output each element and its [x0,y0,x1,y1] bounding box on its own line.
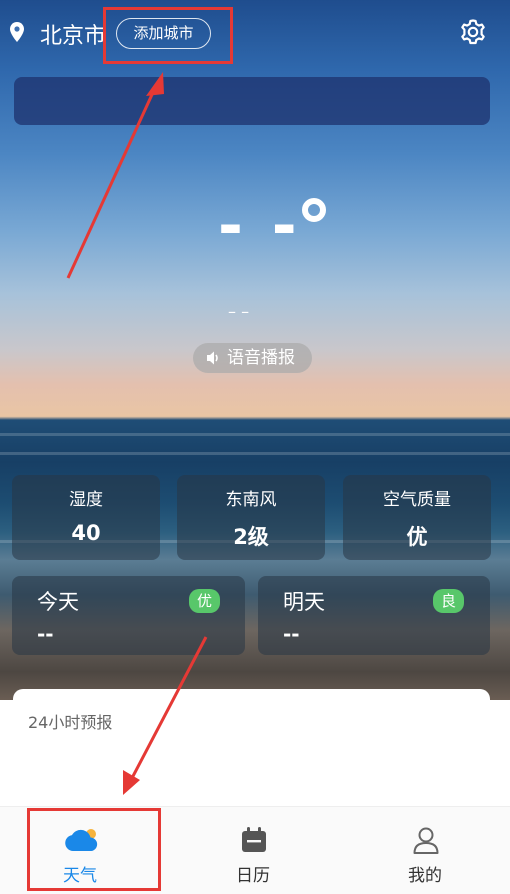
tomorrow-card[interactable]: 明天 -- 良 [258,576,490,655]
voice-broadcast-button[interactable]: 语音播报 [193,343,312,373]
humidity-card[interactable]: 湿度 40 [12,475,160,560]
today-value: -- [37,622,54,646]
air-quality-label: 空气质量 [383,490,451,510]
temperature-value: - - [218,191,301,261]
speaker-icon [205,343,221,383]
wind-value: 2级 [233,525,269,549]
weather-tab-highlight-box [27,808,161,891]
city-name[interactable]: 北京市 [40,18,106,50]
degree-symbol [302,198,326,222]
tomorrow-aqi-badge: 良 [433,589,465,613]
calendar-icon [239,825,269,859]
air-quality-value: 优 [406,525,428,549]
person-icon [411,825,441,859]
tomorrow-value: -- [283,622,300,646]
nav-label-calendar: 日历 [236,866,270,886]
top-bar: 北京市 添加城市 [0,0,510,66]
today-card[interactable]: 今天 -- 优 [12,576,245,655]
gear-icon[interactable] [459,18,487,46]
nav-item-calendar[interactable]: 日历 [188,807,318,894]
voice-broadcast-label: 语音播报 [227,348,295,368]
humidity-value: 40 [71,521,101,545]
wind-label: 东南风 [225,490,277,510]
weather-condition: – – [228,302,250,321]
add-city-highlight-box [103,7,233,64]
tomorrow-label: 明天 [283,590,325,614]
today-aqi-badge: 优 [189,589,221,613]
today-label: 今天 [37,590,79,614]
humidity-label: 湿度 [69,490,103,510]
notice-banner[interactable] [14,77,490,125]
nav-item-mine[interactable]: 我的 [360,807,490,894]
air-quality-card[interactable]: 空气质量 优 [343,475,491,560]
hourly-forecast-title: 24小时预报 [28,713,113,732]
wind-card[interactable]: 东南风 2级 [177,475,325,560]
location-pin-icon [10,22,24,42]
nav-label-mine: 我的 [408,866,442,886]
